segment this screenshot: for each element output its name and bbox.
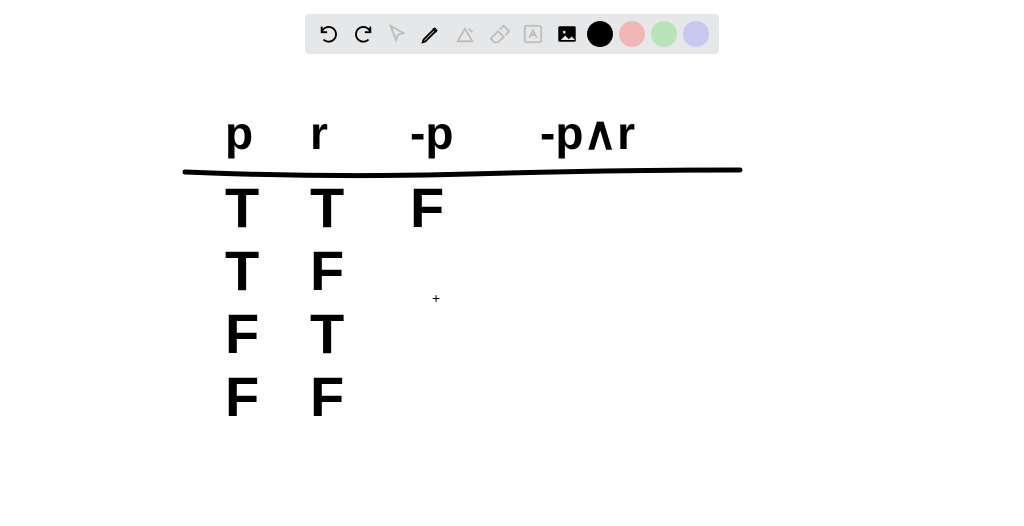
cell-r-row4: F: [310, 369, 344, 425]
truth-table-header-r: r: [310, 110, 328, 156]
cell-p-row4: F: [225, 369, 259, 425]
truth-table-header-not-p: -p: [410, 110, 453, 156]
cell-notp-row1: F: [410, 180, 444, 236]
truth-table-header-p: p: [225, 110, 253, 156]
cell-r-row1: T: [310, 180, 344, 236]
truth-table-header-result: -p∧r: [540, 110, 635, 156]
cell-r-row2: F: [310, 243, 344, 299]
header-underline: [180, 160, 760, 190]
whiteboard-canvas[interactable]: p r -p -p∧r T T F T F F T F F +: [0, 0, 1024, 526]
cell-r-row3: T: [310, 306, 344, 362]
whiteboard-app: p r -p -p∧r T T F T F F T F F +: [0, 0, 1024, 526]
drawing-cursor-crosshair: +: [432, 290, 440, 306]
cell-p-row2: T: [225, 243, 259, 299]
cell-p-row3: F: [225, 306, 259, 362]
cell-p-row1: T: [225, 180, 259, 236]
